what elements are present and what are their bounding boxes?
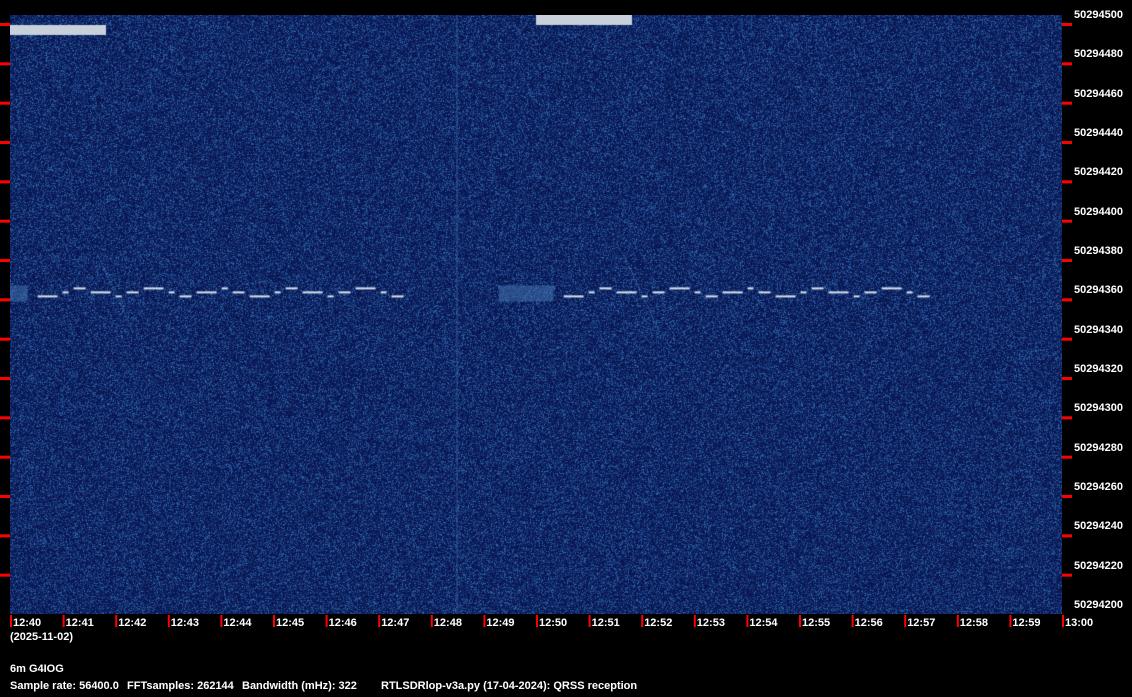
- x-tick: [1062, 615, 1064, 627]
- y-tick-label: 50294440: [1074, 127, 1123, 139]
- y-tick: [0, 338, 10, 341]
- x-tick-label: 12:43: [171, 617, 199, 629]
- y-tick: [0, 495, 10, 498]
- y-tick-label: 50294340: [1074, 324, 1123, 336]
- x-tick: [746, 615, 748, 627]
- x-tick: [115, 615, 117, 627]
- x-tick-label: 12:56: [855, 617, 883, 629]
- x-tick-label: 12:44: [223, 617, 251, 629]
- x-tick: [852, 615, 854, 627]
- y-tick: [0, 180, 10, 183]
- x-tick-label: 12:59: [1012, 617, 1040, 629]
- y-tick: [1062, 377, 1072, 380]
- x-tick: [799, 615, 801, 627]
- y-tick: [0, 62, 10, 65]
- y-tick: [1062, 534, 1072, 537]
- x-tick: [641, 615, 643, 627]
- x-tick-label: 12:55: [802, 617, 830, 629]
- y-tick: [1062, 23, 1072, 26]
- y-tick: [1062, 180, 1072, 183]
- y-tick-label: 50294500: [1074, 9, 1123, 21]
- x-tick-label: 13:00: [1065, 617, 1093, 629]
- date-label: (2025-11-02): [10, 631, 73, 643]
- x-tick: [326, 615, 328, 627]
- y-tick-label: 50294260: [1074, 481, 1123, 493]
- y-tick: [1062, 62, 1072, 65]
- y-tick-label: 50294480: [1074, 48, 1123, 60]
- y-tick-label: 50294320: [1074, 363, 1123, 375]
- x-tick-label: 12:57: [907, 617, 935, 629]
- x-tick: [378, 615, 380, 627]
- y-tick: [0, 220, 10, 223]
- bandwidth: Bandwidth (mHz): 322: [242, 680, 357, 692]
- x-tick-label: 12:49: [486, 617, 514, 629]
- y-tick: [1062, 259, 1072, 262]
- x-tick-label: 12:48: [434, 617, 462, 629]
- y-tick: [0, 456, 10, 459]
- x-tick: [431, 615, 433, 627]
- y-tick-label: 50294460: [1074, 88, 1123, 100]
- y-tick: [1062, 298, 1072, 301]
- x-tick: [483, 615, 485, 627]
- fft-samples: FFTsamples: 262144: [127, 680, 234, 692]
- x-tick-label: 12:40: [13, 617, 41, 629]
- y-tick: [1062, 495, 1072, 498]
- x-tick-label: 12:42: [118, 617, 146, 629]
- x-tick-label: 12:53: [697, 617, 725, 629]
- y-tick: [0, 377, 10, 380]
- x-tick-label: 12:45: [276, 617, 304, 629]
- y-tick: [1062, 338, 1072, 341]
- x-tick-label: 12:58: [960, 617, 988, 629]
- y-tick: [1062, 141, 1072, 144]
- y-tick: [0, 416, 10, 419]
- y-tick: [1062, 416, 1072, 419]
- x-tick: [63, 615, 65, 627]
- station-label: 6m G4IOG: [10, 663, 64, 675]
- y-tick: [0, 23, 10, 26]
- y-tick: [0, 102, 10, 105]
- x-tick: [1009, 615, 1011, 627]
- y-tick: [0, 574, 10, 577]
- y-tick-label: 50294360: [1074, 284, 1123, 296]
- y-tick-label: 50294280: [1074, 442, 1123, 454]
- y-tick-label: 50294220: [1074, 560, 1123, 572]
- y-tick-label: 50294300: [1074, 402, 1123, 414]
- x-tick-label: 12:54: [749, 617, 777, 629]
- y-tick: [1062, 102, 1072, 105]
- x-tick: [220, 615, 222, 627]
- x-tick: [589, 615, 591, 627]
- x-tick: [694, 615, 696, 627]
- y-tick-label: 50294380: [1074, 245, 1123, 257]
- x-tick-label: 12:47: [381, 617, 409, 629]
- x-tick-label: 12:51: [592, 617, 620, 629]
- axes: [0, 0, 1132, 697]
- x-tick: [904, 615, 906, 627]
- x-tick-label: 12:50: [539, 617, 567, 629]
- y-tick-label: 50294400: [1074, 206, 1123, 218]
- x-tick: [10, 615, 12, 627]
- x-tick: [536, 615, 538, 627]
- sample-rate: Sample rate: 56400.0: [10, 680, 119, 692]
- x-tick-label: 12:46: [329, 617, 357, 629]
- y-tick: [1062, 456, 1072, 459]
- y-tick: [1062, 574, 1072, 577]
- y-tick: [0, 298, 10, 301]
- y-tick-label: 50294420: [1074, 166, 1123, 178]
- x-tick: [273, 615, 275, 627]
- y-tick: [0, 534, 10, 537]
- y-tick: [0, 259, 10, 262]
- x-tick: [957, 615, 959, 627]
- y-tick: [1062, 220, 1072, 223]
- y-tick: [0, 141, 10, 144]
- y-tick-label: 50294240: [1074, 520, 1123, 532]
- x-tick-label: 12:41: [66, 617, 94, 629]
- x-tick: [168, 615, 170, 627]
- program-info: RTLSDRlop-v3a.py (17-04-2024): QRSS rece…: [381, 680, 637, 692]
- x-tick-label: 12:52: [644, 617, 672, 629]
- y-tick-label: 50294200: [1074, 599, 1123, 611]
